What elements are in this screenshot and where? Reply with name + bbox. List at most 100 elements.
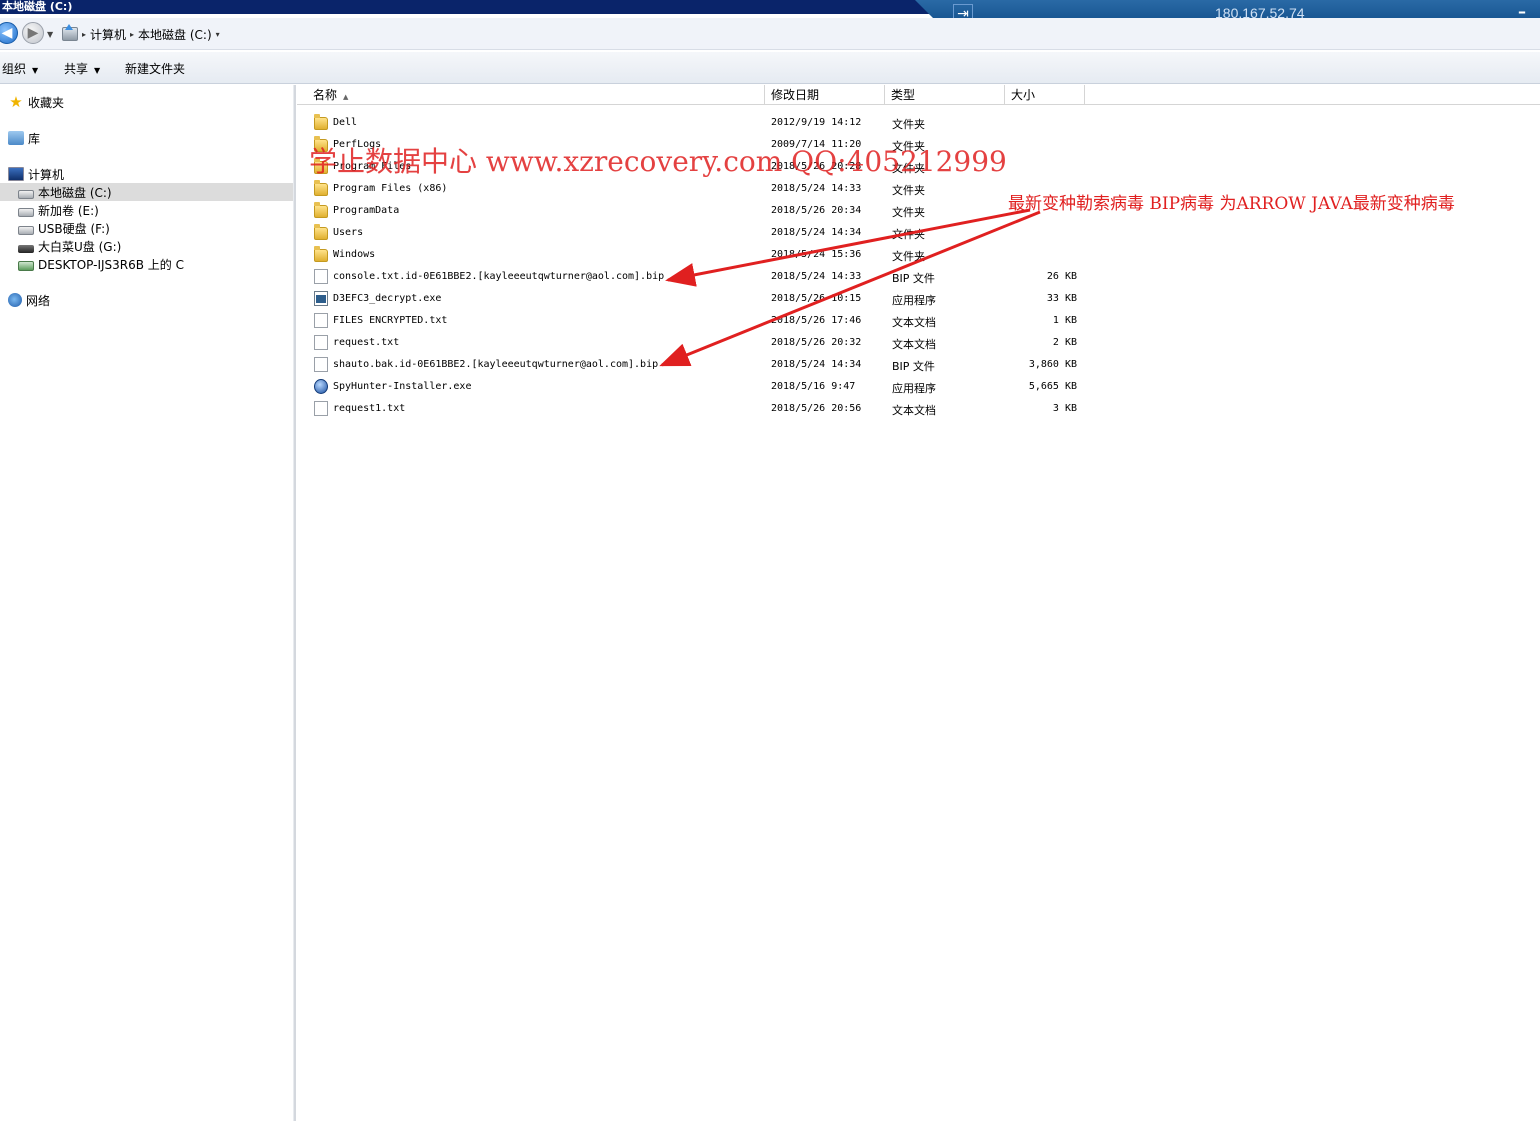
file-date: 2018/5/26 20:32 [771,337,862,348]
pane-splitter[interactable] [293,85,296,1121]
folder-icon [314,246,328,262]
folder-icon [314,224,328,240]
file-date: 2018/5/24 14:34 [771,227,862,238]
file-type: 文本文档 [892,316,936,329]
file-row[interactable]: Windows 2018/5/24 15:36 文件夹 [297,244,1540,266]
file-size: 26 KB [1046,271,1077,282]
sort-ascending-icon: ▲ [343,93,349,101]
sidebar-item-drive-e[interactable]: 新加卷 (E:) [18,201,99,219]
file-type: 文本文档 [892,338,936,351]
file-type: BIP 文件 [892,360,935,373]
chevron-down-icon[interactable]: ▸ [130,30,134,39]
sidebar-item-label: DESKTOP-IJS3R6B 上的 C [38,257,184,272]
file-row[interactable]: Dell 2012/9/19 14:12 文件夹 [297,112,1540,134]
file-row[interactable]: shauto.bak.id-0E61BBE2.[kayleeeutqwturne… [297,354,1540,376]
window-title: 本地磁盘 (C:) [2,0,73,13]
sidebar-item-label: 新加卷 (E:) [38,203,99,218]
sidebar-item-label: 计算机 [28,167,65,182]
file-date: 2018/5/26 20:56 [771,403,862,414]
drive-icon [18,207,34,217]
file-date: 2018/5/24 14:33 [771,183,862,194]
sidebar-item-favorites[interactable]: ★ 收藏夹 [8,93,64,111]
file-row[interactable]: SpyHunter-Installer.exe 2018/5/16 9:47 应用程… [297,376,1540,398]
column-header-date[interactable]: 修改日期 [765,85,885,105]
organize-button[interactable]: 组织 ▼ [2,60,38,77]
file-row[interactable]: request1.txt 2018/5/26 20:56 文本文档 3 KB [297,398,1540,420]
file-date: 2012/9/19 14:12 [771,117,862,128]
file-name: FILES ENCRYPTED.txt [333,315,448,326]
sidebar-item-label: 网络 [26,293,51,308]
chevron-down-icon[interactable]: ▾ [216,30,220,39]
navigation-pane: ★ 收藏夹 库 计算机 本地磁盘 (C:) 新加卷 (E:) USB硬盘 (F:… [0,85,293,1121]
column-header-row: 名称 ▲ 修改日期 类型 大小 [297,85,1540,105]
drive-icon [18,225,34,235]
file-name: Windows [333,249,376,260]
sidebar-item-network-drive[interactable]: DESKTOP-IJS3R6B 上的 C [18,255,184,273]
sidebar-item-label: 本地磁盘 (C:) [38,185,112,200]
network-drive-icon [18,260,34,271]
breadcrumb[interactable]: ▸ 计算机 ▸ 本地磁盘 (C:) ▾ [62,24,220,44]
file-type: BIP 文件 [892,272,935,285]
sidebar-item-label: 库 [28,131,41,146]
chevron-down-icon: ▼ [94,66,101,75]
file-name: Users [333,227,364,238]
back-button[interactable]: ◀ [0,22,18,44]
file-date: 2018/5/26 17:46 [771,315,862,326]
file-name: Program Files (x86) [333,183,448,194]
file-type: 文件夹 [892,206,925,219]
sidebar-item-drive-c[interactable]: 本地磁盘 (C:) [0,183,293,201]
file-row[interactable]: Users 2018/5/24 14:34 文件夹 [297,222,1540,244]
drive-icon [18,189,34,199]
file-size: 3,860 KB [1028,359,1077,370]
sidebar-item-network[interactable]: 网络 [8,291,50,309]
file-icon [314,401,328,416]
file-row[interactable]: console.txt.id-0E61BBE2.[kayleeeutqwturn… [297,266,1540,288]
file-type: 应用程序 [892,382,936,395]
file-name: request1.txt [333,403,406,414]
star-icon: ★ [9,93,23,111]
file-size: 1 KB [1052,315,1077,326]
chevron-down-icon[interactable]: ▸ [82,30,86,39]
file-date: 2018/5/26 20:34 [771,205,862,216]
address-bar: ◀ ▶ ▼ ▸ 计算机 ▸ 本地磁盘 (C:) ▾ [0,18,1540,50]
command-bar: 组织 ▼ 共享 ▼ 新建文件夹 [0,52,1540,84]
file-name: Dell [333,117,358,128]
sidebar-item-computer[interactable]: 计算机 [8,165,64,183]
application-icon [314,291,328,306]
drive-icon [62,27,78,41]
breadcrumb-item-computer[interactable]: 计算机 [90,26,126,43]
history-dropdown-icon[interactable]: ▼ [47,30,53,39]
new-folder-button[interactable]: 新建文件夹 [125,60,185,77]
file-type: 文本文档 [892,404,936,417]
file-date: 2018/5/24 15:36 [771,249,862,260]
column-header-name[interactable]: 名称 ▲ [297,85,765,105]
share-button[interactable]: 共享 ▼ [64,60,100,77]
file-size: 3 KB [1052,403,1077,414]
file-icon [314,269,328,284]
column-header-type[interactable]: 类型 [885,85,1005,105]
file-row[interactable]: FILES ENCRYPTED.txt 2018/5/26 17:46 文本文档 1 … [297,310,1540,332]
sidebar-item-drive-g[interactable]: 大白菜U盘 (G:) [18,237,121,255]
breadcrumb-item-drive[interactable]: 本地磁盘 (C:) [138,26,212,43]
file-date: 2018/5/16 9:47 [771,381,856,392]
file-icon [314,357,328,372]
file-name: ProgramData [333,205,400,216]
file-date: 2018/5/26 10:15 [771,293,862,304]
library-icon [8,131,24,145]
file-type: 文件夹 [892,118,925,131]
sidebar-item-label: USB硬盘 (F:) [38,221,110,236]
file-row[interactable]: request.txt 2018/5/26 20:32 文本文档 2 KB [297,332,1540,354]
sidebar-item-libraries[interactable]: 库 [8,129,40,147]
column-header-size[interactable]: 大小 [1005,85,1085,105]
file-name: console.txt.id-0E61BBE2.[kayleeeutqwturn… [333,271,665,282]
file-size: 33 KB [1046,293,1077,304]
file-date: 2018/5/24 14:33 [771,271,862,282]
forward-button[interactable]: ▶ [22,22,44,44]
chevron-down-icon: ▼ [32,66,39,75]
file-name: D3EFC3_decrypt.exe [333,293,442,304]
sidebar-item-label: 收藏夹 [28,95,65,110]
sidebar-item-drive-f[interactable]: USB硬盘 (F:) [18,219,110,237]
file-row[interactable]: D3EFC3_decrypt.exe 2018/5/26 10:15 应用程序 33 … [297,288,1540,310]
annotation-text: 最新变种勒索病毒 BIP病毒 为ARROW JAVA最新变种病毒 [1008,194,1455,214]
file-icon [314,335,328,350]
